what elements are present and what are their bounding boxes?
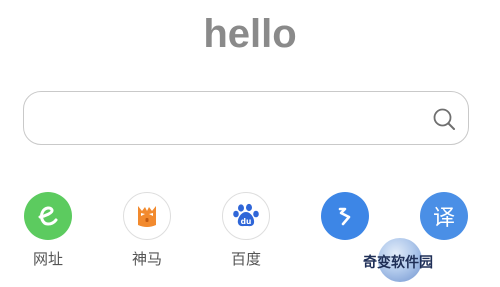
shortcut-label: 神马: [131, 250, 162, 268]
home-page: hello 网址 神马 du 百度 译 奇变软件园: [0, 0, 500, 287]
shortcut-url[interactable]: 网址: [18, 192, 78, 274]
site-watermark: 奇变软件园: [360, 238, 460, 284]
arrow-launch-icon: [321, 192, 369, 240]
e-browser-icon: [24, 192, 72, 240]
watermark-text: 奇变软件园: [363, 255, 433, 271]
translate-glyph: 译: [432, 206, 455, 231]
search-box[interactable]: [23, 91, 469, 145]
shortcut-shenma[interactable]: 神马: [117, 192, 177, 274]
page-logo: hello: [203, 12, 297, 56]
shenma-icon: [123, 192, 171, 240]
baidu-paw-icon: du: [222, 192, 270, 240]
shortcut-label: 百度: [230, 250, 261, 268]
shortcut-label: 网址: [32, 250, 63, 268]
svg-text:du: du: [241, 217, 252, 226]
search-input[interactable]: [40, 100, 424, 138]
translate-icon: 译: [420, 192, 468, 240]
search-icon[interactable]: [432, 107, 456, 131]
shortcut-baidu[interactable]: du 百度: [216, 192, 276, 274]
